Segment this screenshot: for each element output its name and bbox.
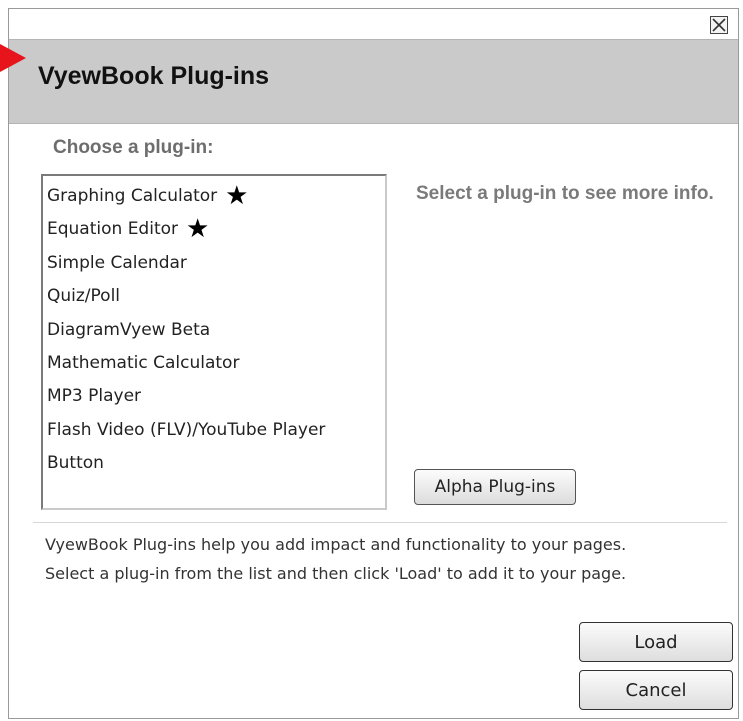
plugin-list-item[interactable]: DiagramVyew Beta [43,314,385,347]
plugin-label: Button [47,453,104,474]
plugin-list-item[interactable]: Equation Editor ★ [43,213,385,246]
plugin-list-item[interactable]: Simple Calendar [43,247,385,280]
plugin-label: MP3 Player [47,386,142,407]
plugin-label: Flash Video (FLV)/YouTube Player [47,419,326,440]
choose-label: Choose a plug-in: [53,137,214,158]
plugin-list-item[interactable]: MP3 Player [43,380,385,413]
plugin-list-item[interactable]: Button [43,447,385,480]
plugin-label: Equation Editor [47,219,179,240]
plugin-list-item[interactable]: Flash Video (FLV)/YouTube Player [43,414,385,447]
star-icon: ★ [225,181,249,211]
dialog-title: VyewBook Plug-ins [38,62,270,90]
plugin-info-text: Select a plug-in to see more info. [416,183,714,204]
load-button[interactable]: Load [579,622,733,662]
close-x-icon [712,18,726,32]
plugin-list-item[interactable]: Graphing Calculator ★ [43,180,385,213]
plugin-label: Mathematic Calculator [47,352,240,373]
plugin-listbox[interactable]: Graphing Calculator ★ Equation Editor ★ Simp… [41,174,387,510]
plugin-label: Quiz/Poll [47,286,121,307]
red-arrow-icon [0,44,26,72]
plugin-label: Simple Calendar [47,252,187,273]
plugin-label: DiagramVyew Beta [47,319,211,340]
star-icon: ★ [186,214,210,245]
plugin-list-item[interactable]: Quiz/Poll [43,280,385,313]
alpha-plugins-button[interactable]: Alpha Plug-ins [414,469,576,505]
plugin-label: Graphing Calculator [47,186,218,206]
divider [33,522,727,523]
cancel-button[interactable]: Cancel [579,670,733,710]
plugin-dialog: VyewBook Plug-ins Choose a plug-in: Grap… [8,8,739,719]
title-bar: VyewBook Plug-ins [9,39,738,124]
description-line: VyewBook Plug-ins help you add impact an… [45,535,627,554]
plugin-list-item[interactable]: Mathematic Calculator [43,347,385,380]
description: VyewBook Plug-ins help you add impact an… [45,530,725,588]
close-button[interactable] [710,16,728,34]
description-line: Select a plug-in from the list and then … [45,564,627,583]
